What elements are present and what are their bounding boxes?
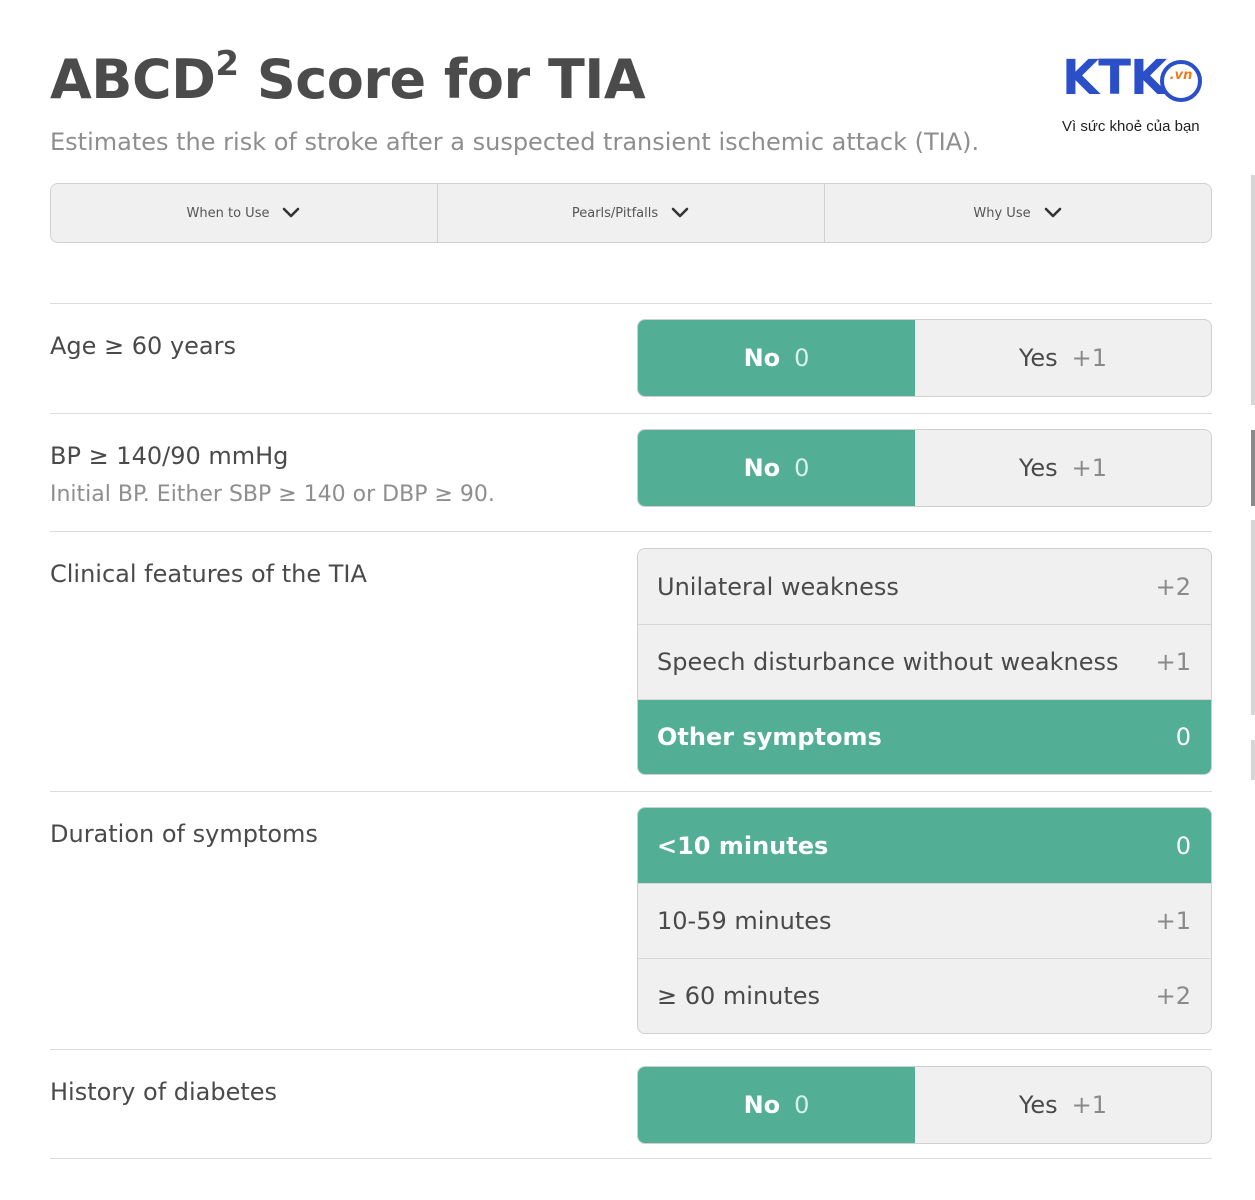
option-label: <10 minutes xyxy=(657,831,829,860)
option-label: Yes xyxy=(1018,454,1058,482)
question-label: Duration of symptoms xyxy=(50,820,318,848)
tab-when-to-use[interactable]: When to Use xyxy=(51,184,438,242)
duration-option-10-59-minutes[interactable]: 10-59 minutes +1 xyxy=(638,883,1211,958)
question-row-clinical: Clinical features of the TIA Unilateral … xyxy=(50,531,1212,791)
option-label: Yes xyxy=(1018,344,1058,372)
logo-domain: .vn xyxy=(1169,68,1193,83)
chevron-down-icon xyxy=(1044,207,1061,218)
title-main: ABCD xyxy=(50,48,216,111)
option-points: 0 xyxy=(794,344,810,372)
option-label: ≥ 60 minutes xyxy=(657,982,821,1010)
tab-pearls-pitfalls[interactable]: Pearls/Pitfalls xyxy=(438,184,825,242)
question-label: BP ≥ 140/90 mmHg xyxy=(50,442,289,470)
option-points: 0 xyxy=(794,454,810,482)
scrollbar-track[interactable] xyxy=(1251,520,1255,715)
option-points: +1 xyxy=(1155,648,1191,676)
clinical-option-speech-disturbance[interactable]: Speech disturbance without weakness +1 xyxy=(638,624,1211,699)
option-label: Yes xyxy=(1018,1091,1058,1119)
logo-tagline: Vì sức khoẻ của bạn xyxy=(1062,118,1200,135)
question-label: Age ≥ 60 years xyxy=(50,332,236,360)
question-label: History of diabetes xyxy=(50,1078,278,1106)
scrollbar-track[interactable] xyxy=(1251,175,1255,405)
diabetes-toggle: No 0 Yes +1 xyxy=(637,1066,1212,1144)
age-yes-option[interactable]: Yes +1 xyxy=(915,320,1211,396)
diabetes-no-option[interactable]: No 0 xyxy=(638,1067,915,1143)
option-points: +1 xyxy=(1071,344,1108,372)
ktk-logo: KTK .vn Vì sức khoẻ của bạn xyxy=(1062,48,1212,138)
title-rest: Score for TIA xyxy=(238,48,646,111)
chevron-down-icon xyxy=(671,207,689,218)
info-tabs: When to Use Pearls/Pitfalls Why Use xyxy=(50,183,1212,243)
question-label: Clinical features of the TIA xyxy=(50,560,367,588)
option-points: +1 xyxy=(1071,454,1108,482)
option-points: 0 xyxy=(1175,723,1191,751)
option-label: Unilateral weakness xyxy=(657,572,899,601)
clinical-option-other-symptoms[interactable]: Other symptoms 0 xyxy=(638,699,1211,774)
option-points: +1 xyxy=(1155,907,1191,935)
option-points: 0 xyxy=(794,1091,810,1119)
option-points: +1 xyxy=(1071,1091,1108,1119)
duration-option-under-10-minutes[interactable]: <10 minutes 0 xyxy=(638,808,1211,883)
age-no-option[interactable]: No 0 xyxy=(638,320,915,396)
question-row-age: Age ≥ 60 years No 0 Yes +1 xyxy=(50,303,1212,413)
scrollbar-track[interactable] xyxy=(1251,740,1255,780)
option-label: No xyxy=(743,344,781,372)
bp-no-option[interactable]: No 0 xyxy=(638,430,915,506)
scrollbar-thumb[interactable] xyxy=(1251,430,1255,506)
logo-mark: KTK xyxy=(1062,50,1167,106)
diabetes-yes-option[interactable]: Yes +1 xyxy=(915,1067,1211,1143)
duration-options: <10 minutes 0 10-59 minutes +1 ≥ 60 minute… xyxy=(637,807,1212,1034)
option-label: No xyxy=(743,1091,781,1119)
option-points: +2 xyxy=(1155,572,1191,601)
question-row-duration: Duration of symptoms <10 minutes 0 10-59 … xyxy=(50,791,1212,1049)
duration-option-60-plus-minutes[interactable]: ≥ 60 minutes +2 xyxy=(638,958,1211,1033)
tab-label: When to Use xyxy=(186,205,270,221)
title-superscript: 2 xyxy=(215,44,239,84)
question-row-diabetes: History of diabetes No 0 Yes +1 xyxy=(50,1049,1212,1158)
question-row-bp: BP ≥ 140/90 mmHg Initial BP. Either SBP … xyxy=(50,413,1212,531)
option-label: 10-59 minutes xyxy=(657,907,832,935)
bp-toggle: No 0 Yes +1 xyxy=(637,429,1212,507)
page-subtitle: Estimates the risk of stroke after a sus… xyxy=(50,128,980,156)
option-label: Other symptoms xyxy=(657,723,882,751)
page-title: ABCD2 Score for TIA xyxy=(50,44,646,111)
clinical-option-unilateral-weakness[interactable]: Unilateral weakness +2 xyxy=(638,549,1211,624)
option-label: Speech disturbance without weakness xyxy=(657,648,1119,676)
option-points: 0 xyxy=(1175,831,1191,860)
option-label: No xyxy=(743,454,781,482)
chevron-down-icon xyxy=(283,207,300,218)
bp-yes-option[interactable]: Yes +1 xyxy=(915,430,1211,506)
tab-why-use[interactable]: Why Use xyxy=(825,184,1211,242)
clinical-options: Unilateral weakness +2 Speech disturbance… xyxy=(637,548,1212,775)
header: ABCD2 Score for TIA Estimates the risk o… xyxy=(50,40,1212,170)
tab-label: Pearls/Pitfalls xyxy=(571,205,659,221)
age-toggle: No 0 Yes +1 xyxy=(637,319,1212,397)
question-sublabel: Initial BP. Either SBP ≥ 140 or DBP ≥ 90… xyxy=(50,482,495,507)
divider xyxy=(50,1158,1212,1159)
option-points: +2 xyxy=(1155,982,1191,1010)
tab-label: Why Use xyxy=(973,205,1031,221)
